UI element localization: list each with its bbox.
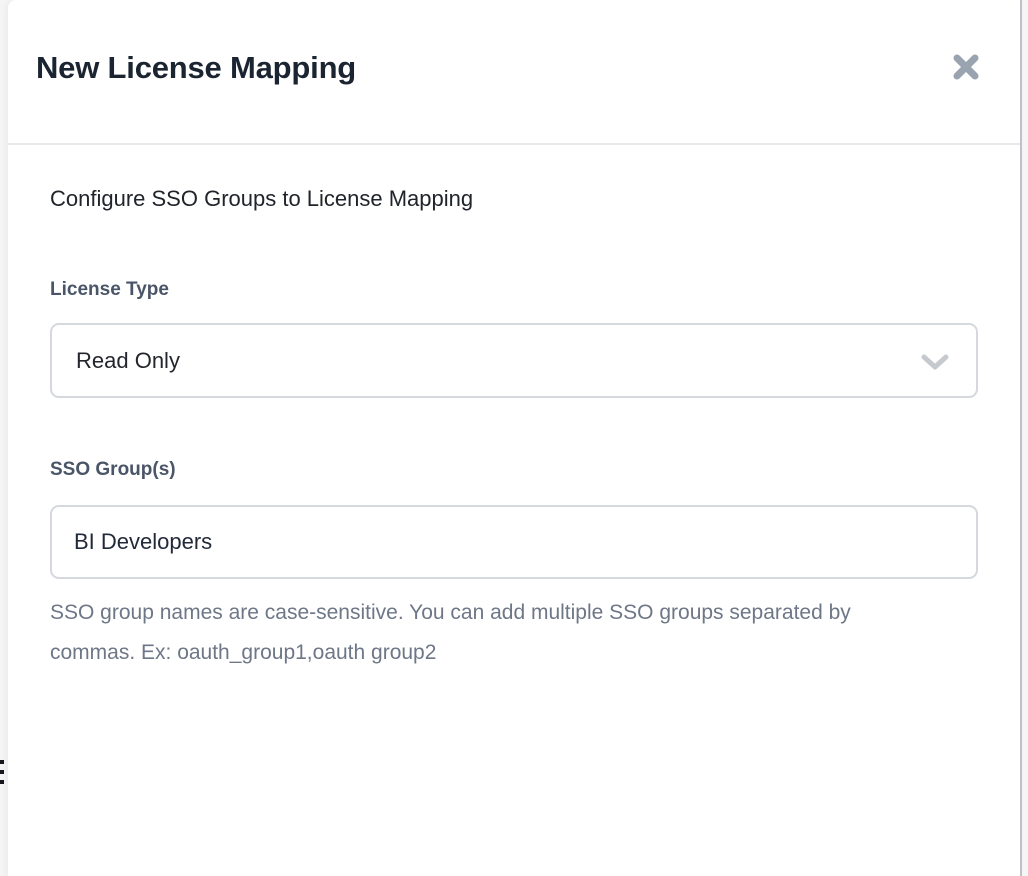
- new-license-mapping-modal: New License Mapping Configure SSO Groups…: [8, 0, 1022, 876]
- x-icon: [951, 52, 981, 85]
- sso-groups-help-text: SSO group names are case-sensitive. You …: [50, 593, 886, 673]
- page: New License Mapping Configure SSO Groups…: [0, 0, 1028, 876]
- license-type-label: License Type: [50, 279, 169, 301]
- modal-subtitle: Configure SSO Groups to License Mapping: [50, 186, 473, 212]
- sso-groups-label: SSO Group(s): [50, 459, 176, 481]
- modal-header: New License Mapping: [8, 0, 1020, 145]
- chevron-down-icon: [920, 353, 950, 376]
- license-type-selected-value: Read Only: [76, 348, 180, 374]
- license-type-select[interactable]: Read Only: [50, 323, 978, 398]
- sso-groups-input[interactable]: [50, 505, 978, 579]
- modal-title: New License Mapping: [36, 50, 356, 86]
- close-button[interactable]: [948, 50, 984, 86]
- list-lines-icon: [0, 760, 4, 784]
